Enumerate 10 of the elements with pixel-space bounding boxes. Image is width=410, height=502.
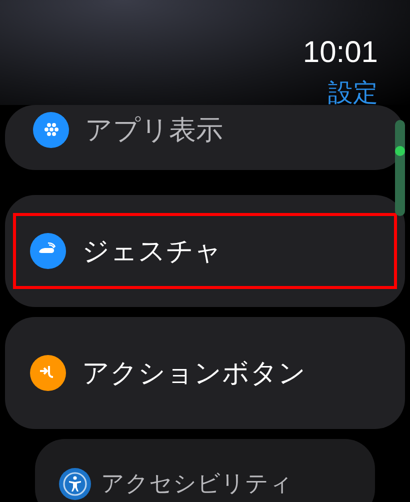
menu-item[interactable]: アクセシビリティ xyxy=(35,439,375,502)
menu-item-label: ジェスチャ xyxy=(82,235,222,269)
clock-time: 10:01 xyxy=(302,36,378,70)
menu-item-label: アプリ表示 xyxy=(85,114,223,148)
menu-item[interactable]: ジェスチャ xyxy=(5,195,405,307)
menu-item[interactable]: アクションボタン xyxy=(5,317,405,429)
scroll-indicator xyxy=(395,146,405,156)
menu-item-label: アクションボタン xyxy=(82,357,306,391)
menu-item-label: アクセシビリティ xyxy=(101,470,293,498)
screen-title: 設定 xyxy=(328,78,378,108)
